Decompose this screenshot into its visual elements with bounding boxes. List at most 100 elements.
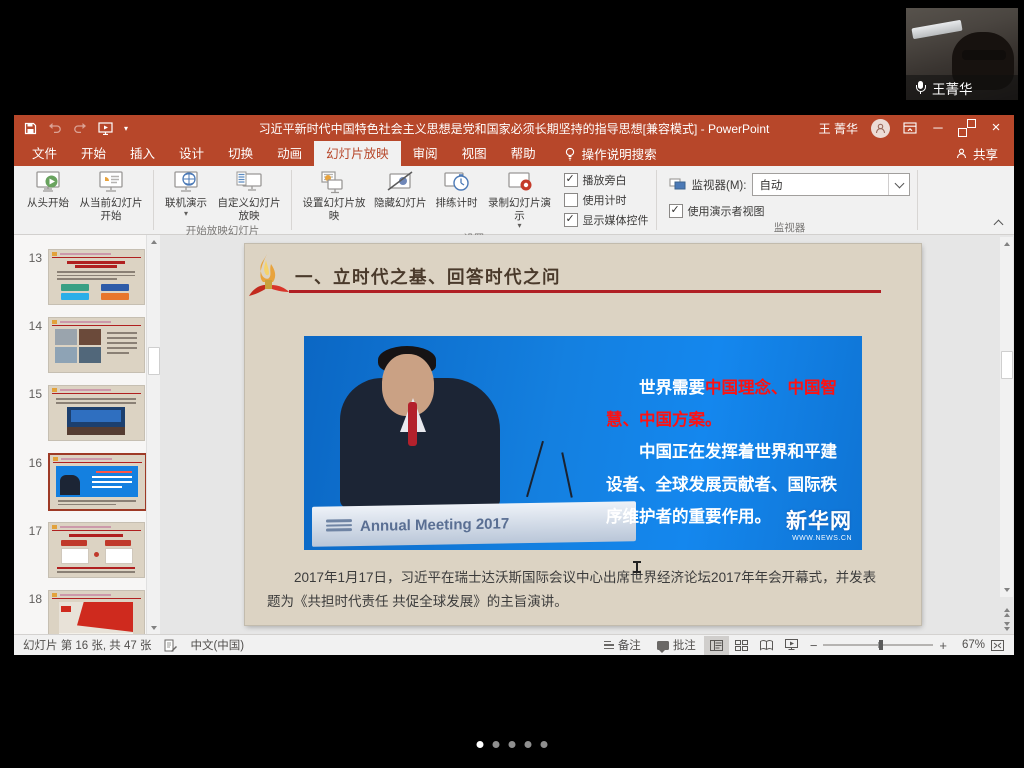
slide-thumbnail-panel: 13 14 — [14, 235, 160, 635]
scroll-up-arrow[interactable] — [147, 235, 160, 249]
present-online-dropdown[interactable]: ▾ — [184, 210, 188, 218]
panel-scroll-thumb[interactable] — [148, 347, 160, 375]
slide-caption[interactable]: 2017年1月17日，习近平在瑞士达沃斯国际会议中心出席世界经济论坛2017年年… — [267, 566, 889, 615]
slide-sorter-view-button[interactable] — [729, 636, 754, 655]
close-button[interactable]: × — [988, 120, 1004, 136]
zoom-slider[interactable] — [823, 644, 933, 646]
notes-label: 备注 — [618, 637, 641, 653]
from-beginning-button[interactable]: 从头开始 — [23, 169, 73, 210]
record-slideshow-label: 录制幻灯片演示 — [487, 197, 553, 222]
slide-position[interactable]: 幻灯片 第 16 张, 共 47 张 — [23, 637, 151, 653]
panel-scrollbar[interactable] — [146, 235, 160, 635]
tab-help[interactable]: 帮助 — [499, 141, 548, 166]
page-dots[interactable] — [477, 741, 548, 748]
record-slideshow-dropdown[interactable]: ▾ — [517, 222, 521, 230]
chevron-down-icon — [894, 178, 904, 188]
tab-home[interactable]: 开始 — [69, 141, 118, 166]
scroll-down-arrow[interactable] — [1000, 583, 1013, 597]
screen: 王菁华 习近平新时代中国特色社会主义思想是党和国家必须长期坚持的指导思想[兼容模… — [0, 0, 1024, 768]
slide-thumbnail-16-selected[interactable] — [48, 453, 147, 511]
comments-button[interactable]: 批注 — [649, 635, 704, 655]
zoom-slider-thumb[interactable] — [879, 640, 883, 650]
tab-file[interactable]: 文件 — [20, 141, 69, 166]
record-slideshow-button[interactable]: 录制幻灯片演示 ▾ — [485, 169, 555, 230]
reading-view-button[interactable] — [754, 636, 779, 655]
normal-view-button[interactable] — [704, 636, 729, 655]
start-slideshow-icon[interactable] — [98, 122, 113, 135]
combo-chevron[interactable] — [888, 174, 909, 195]
hide-slide-button[interactable]: 隐藏幻灯片 — [372, 169, 429, 210]
present-online-button[interactable]: 联机演示 ▾ — [161, 169, 211, 218]
notes-button[interactable]: 备注 — [596, 635, 649, 655]
person-icon — [875, 123, 886, 134]
scroll-up-arrow[interactable] — [1000, 237, 1013, 251]
participant-glasses — [962, 50, 1006, 60]
zoom-out-button[interactable]: − — [810, 638, 818, 653]
torch-decoration-icon — [245, 252, 291, 300]
comments-label: 批注 — [673, 637, 696, 653]
collapse-ribbon-button[interactable] — [990, 216, 1006, 230]
language-indicator[interactable]: 中文(中国) — [190, 637, 244, 653]
tab-design[interactable]: 设计 — [167, 141, 216, 166]
main-scroll-thumb[interactable] — [1001, 351, 1013, 379]
tab-review[interactable]: 审阅 — [401, 141, 450, 166]
setup-slideshow-button[interactable]: 设置幻灯片放映 — [299, 169, 369, 222]
undo-icon[interactable] — [48, 122, 62, 134]
ribbon-tabs: 文件 开始 插入 设计 切换 动画 幻灯片放映 审阅 视图 帮助 操作说明搜索 … — [14, 141, 1014, 166]
tab-animations[interactable]: 动画 — [265, 141, 314, 166]
slide-16[interactable]: 一、立时代之基、回答时代之问 Annual Meeting 2017 — [245, 244, 921, 625]
tab-insert[interactable]: 插入 — [118, 141, 167, 166]
normal-view-icon — [710, 640, 723, 651]
show-media-controls-checkbox[interactable]: 显示媒体控件 — [564, 212, 649, 228]
previous-slide-button[interactable] — [1004, 608, 1010, 617]
page-dot[interactable] — [525, 741, 532, 748]
slideshow-view-button[interactable] — [779, 636, 804, 655]
checkbox-icon — [669, 204, 683, 218]
fit-to-window-button[interactable] — [985, 636, 1010, 655]
tab-transitions[interactable]: 切换 — [216, 141, 265, 166]
main-scrollbar[interactable] — [1000, 237, 1013, 597]
page-dot[interactable] — [493, 741, 500, 748]
group-start-slideshow-2: 联机演示 ▾ 自定义幻灯片放映 开始放映幻灯片 — [156, 166, 289, 234]
proofing-icon[interactable] — [164, 639, 177, 652]
share-button[interactable]: 共享 — [956, 144, 1014, 163]
page-dot[interactable] — [509, 741, 516, 748]
customize-qat-icon[interactable]: ▾ — [124, 124, 128, 133]
thumb-number: 14 — [16, 319, 42, 333]
slide-thumbnail-15[interactable] — [48, 385, 145, 441]
play-narration-checkbox[interactable]: 播放旁白 — [564, 172, 649, 188]
thumb-number: 16 — [16, 456, 42, 470]
presenter-view-checkbox[interactable]: 使用演示者视图 — [669, 203, 911, 219]
minimize-button[interactable]: ─ — [930, 120, 946, 136]
page-dot[interactable] — [541, 741, 548, 748]
tell-me-search[interactable]: 操作说明搜索 — [564, 144, 657, 163]
slide-thumbnail-14[interactable] — [48, 317, 145, 373]
save-icon[interactable] — [24, 122, 37, 135]
slide-title[interactable]: 一、立时代之基、回答时代之问 — [295, 264, 561, 289]
slide-thumbnail-17[interactable] — [48, 522, 145, 578]
rehearse-timings-button[interactable]: 排练计时 — [432, 169, 482, 210]
from-current-slide-button[interactable]: 从当前幻灯片开始 — [76, 169, 146, 222]
from-current-slide-label: 从当前幻灯片开始 — [78, 197, 144, 222]
tab-view[interactable]: 视图 — [450, 141, 499, 166]
zoom-level[interactable]: 67% — [953, 639, 985, 651]
custom-slideshow-icon — [235, 170, 263, 197]
slide-photo[interactable]: Annual Meeting 2017 新华网 WWW.NEWS.CN 世界需要… — [304, 336, 862, 550]
ribbon-display-options-icon[interactable] — [903, 122, 917, 134]
custom-slideshow-button[interactable]: 自定义幻灯片放映 — [214, 169, 284, 222]
use-timings-checkbox[interactable]: 使用计时 — [564, 192, 649, 208]
monitor-select[interactable]: 自动 — [752, 173, 910, 196]
user-avatar[interactable] — [871, 119, 890, 138]
slide-thumbnail-13[interactable] — [48, 249, 145, 305]
from-beginning-icon — [34, 170, 62, 197]
group-separator — [656, 170, 657, 230]
next-slide-button[interactable] — [1004, 622, 1010, 631]
webcam-thumbnail[interactable]: 王菁华 — [906, 8, 1018, 100]
tab-slideshow[interactable]: 幻灯片放映 — [314, 141, 401, 166]
zoom-in-button[interactable]: + — [939, 638, 947, 653]
redo-icon[interactable] — [73, 122, 87, 134]
page-dot[interactable] — [477, 741, 484, 748]
title-underline — [289, 290, 881, 293]
text-cursor — [633, 560, 641, 574]
scroll-down-arrow[interactable] — [147, 621, 160, 635]
